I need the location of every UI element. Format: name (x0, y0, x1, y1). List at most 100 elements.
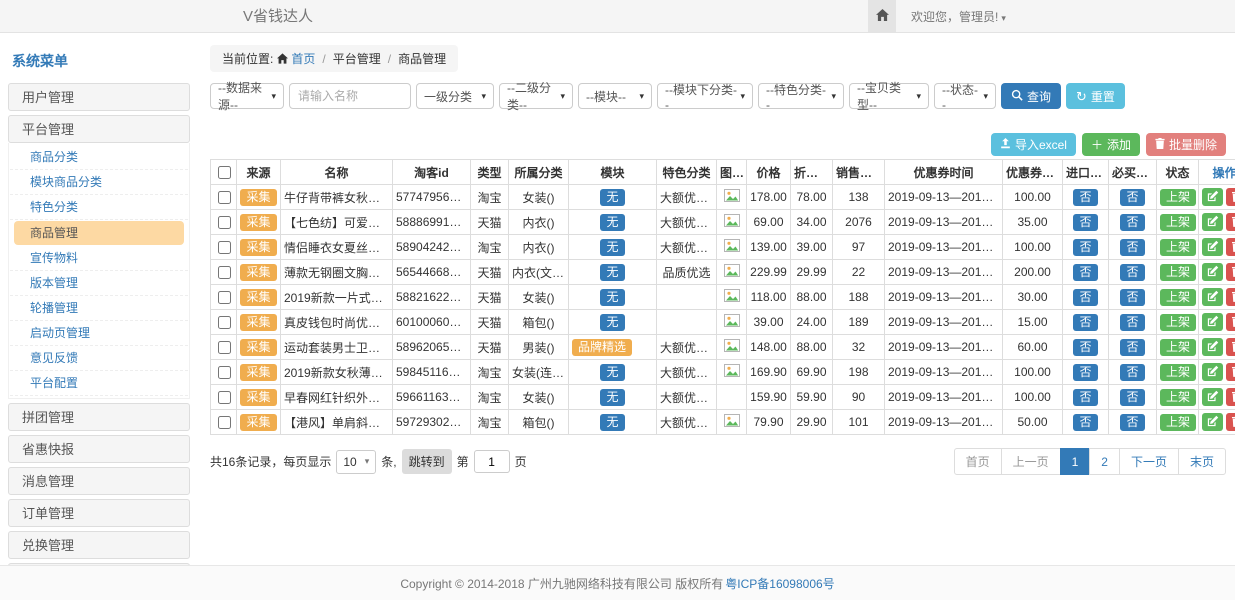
filter-select[interactable]: --模块--▾ (578, 83, 652, 109)
search-input[interactable] (289, 83, 411, 109)
status-badge[interactable]: 上架 (1160, 389, 1196, 406)
status-badge[interactable]: 上架 (1160, 264, 1196, 281)
import-select-badge[interactable]: 否 (1073, 189, 1097, 206)
user-menu[interactable]: 欢迎您，管理员!▾ (911, 8, 1006, 25)
status-badge[interactable]: 上架 (1160, 339, 1196, 356)
edit-button[interactable] (1202, 363, 1223, 381)
status-badge[interactable]: 上架 (1160, 289, 1196, 306)
row-checkbox[interactable] (218, 216, 231, 229)
search-button[interactable]: 查询 (1001, 83, 1061, 109)
edit-button[interactable] (1202, 213, 1223, 231)
status-badge[interactable]: 上架 (1160, 414, 1196, 431)
sidebar-item-启动页管理[interactable]: 启动页管理 (10, 321, 188, 346)
import-select-badge[interactable]: 否 (1073, 239, 1097, 256)
filter-select[interactable]: --模块下分类--▾ (657, 83, 753, 109)
must-buy-badge[interactable]: 否 (1120, 414, 1144, 431)
sidebar-item-轮播管理[interactable]: 轮播管理 (10, 296, 188, 321)
edit-button[interactable] (1202, 288, 1223, 306)
status-badge[interactable]: 上架 (1160, 364, 1196, 381)
row-checkbox[interactable] (218, 191, 231, 204)
filter-select[interactable]: --宝贝类型--▾ (849, 83, 929, 109)
must-buy-badge[interactable]: 否 (1120, 189, 1144, 206)
delete-button[interactable] (1226, 413, 1235, 431)
filter-select[interactable]: 一级分类▾ (416, 83, 494, 109)
sidebar-group-订单管理[interactable]: 订单管理 (8, 499, 190, 527)
filter-select[interactable]: --特色分类--▾ (758, 83, 844, 109)
row-checkbox[interactable] (218, 266, 231, 279)
must-buy-badge[interactable]: 否 (1120, 289, 1144, 306)
status-badge[interactable]: 上架 (1160, 314, 1196, 331)
pager-button-下一页[interactable]: 下一页 (1119, 448, 1179, 475)
filter-select[interactable]: --状态--▾ (934, 83, 996, 109)
sidebar-group-平台管理[interactable]: 平台管理 (8, 115, 190, 143)
row-checkbox[interactable] (218, 341, 231, 354)
add-button[interactable]: ＋ 添加 (1082, 133, 1140, 156)
edit-button[interactable] (1202, 338, 1223, 356)
pager-button-末页[interactable]: 末页 (1178, 448, 1226, 475)
edit-button[interactable] (1202, 413, 1223, 431)
sidebar-item-商品管理[interactable]: 商品管理 (14, 221, 184, 245)
import-select-badge[interactable]: 否 (1073, 414, 1097, 431)
delete-button[interactable] (1226, 363, 1235, 381)
sidebar-group-拼团管理[interactable]: 拼团管理 (8, 403, 190, 431)
select-all-checkbox[interactable] (218, 166, 231, 179)
sidebar-item-平台配置[interactable]: 平台配置 (10, 371, 188, 396)
import-select-badge[interactable]: 否 (1073, 314, 1097, 331)
status-badge[interactable]: 上架 (1160, 239, 1196, 256)
batch-delete-button[interactable]: 批量删除 (1146, 133, 1226, 156)
pager-button-首页[interactable]: 首页 (954, 448, 1002, 475)
home-button[interactable] (868, 0, 896, 32)
sidebar-group-用户管理[interactable]: 用户管理 (8, 83, 190, 111)
sidebar-item-宣传物料[interactable]: 宣传物料 (10, 246, 188, 271)
edit-button[interactable] (1202, 238, 1223, 256)
sidebar-item-版本管理[interactable]: 版本管理 (10, 271, 188, 296)
import-select-badge[interactable]: 否 (1073, 364, 1097, 381)
import-select-badge[interactable]: 否 (1073, 339, 1097, 356)
pager-button-2[interactable]: 2 (1089, 448, 1120, 475)
icp-link[interactable]: 粤ICP备16098006号 (725, 575, 834, 592)
breadcrumb-home-link[interactable]: 首页 (291, 52, 315, 66)
delete-button[interactable] (1226, 188, 1235, 206)
sidebar-item-特色分类[interactable]: 特色分类 (10, 195, 188, 220)
must-buy-badge[interactable]: 否 (1120, 389, 1144, 406)
status-badge[interactable]: 上架 (1160, 189, 1196, 206)
delete-button[interactable] (1226, 238, 1235, 256)
jump-button[interactable]: 跳转到 (402, 449, 452, 474)
must-buy-badge[interactable]: 否 (1120, 364, 1144, 381)
sidebar-item-模块商品分类[interactable]: 模块商品分类 (10, 170, 188, 195)
filter-select[interactable]: --数据来源--▾ (210, 83, 284, 109)
delete-button[interactable] (1226, 263, 1235, 281)
import-select-badge[interactable]: 否 (1073, 264, 1097, 281)
import-excel-button[interactable]: 导入excel (991, 133, 1076, 156)
sidebar-group-兑换管理[interactable]: 兑换管理 (8, 531, 190, 559)
import-select-badge[interactable]: 否 (1073, 214, 1097, 231)
per-page-select[interactable]: 10▾ (336, 450, 376, 474)
row-checkbox[interactable] (218, 416, 231, 429)
sidebar-item-商品分类[interactable]: 商品分类 (10, 145, 188, 170)
pager-button-上一页[interactable]: 上一页 (1001, 448, 1061, 475)
edit-button[interactable] (1202, 388, 1223, 406)
delete-button[interactable] (1226, 313, 1235, 331)
row-checkbox[interactable] (218, 241, 231, 254)
edit-button[interactable] (1202, 313, 1223, 331)
row-checkbox[interactable] (218, 391, 231, 404)
filter-select[interactable]: --二级分类--▾ (499, 83, 573, 109)
delete-button[interactable] (1226, 213, 1235, 231)
sidebar-item-意见反馈[interactable]: 意见反馈 (10, 346, 188, 371)
must-buy-badge[interactable]: 否 (1120, 214, 1144, 231)
edit-button[interactable] (1202, 263, 1223, 281)
must-buy-badge[interactable]: 否 (1120, 239, 1144, 256)
delete-button[interactable] (1226, 388, 1235, 406)
reset-button[interactable]: ↻ 重置 (1066, 83, 1125, 109)
sidebar-group-消息管理[interactable]: 消息管理 (8, 467, 190, 495)
pager-button-1[interactable]: 1 (1060, 448, 1091, 475)
delete-button[interactable] (1226, 288, 1235, 306)
status-badge[interactable]: 上架 (1160, 214, 1196, 231)
row-checkbox[interactable] (218, 291, 231, 304)
row-checkbox[interactable] (218, 316, 231, 329)
page-number-input[interactable] (474, 450, 510, 473)
import-select-badge[interactable]: 否 (1073, 389, 1097, 406)
delete-button[interactable] (1226, 338, 1235, 356)
import-select-badge[interactable]: 否 (1073, 289, 1097, 306)
row-checkbox[interactable] (218, 366, 231, 379)
